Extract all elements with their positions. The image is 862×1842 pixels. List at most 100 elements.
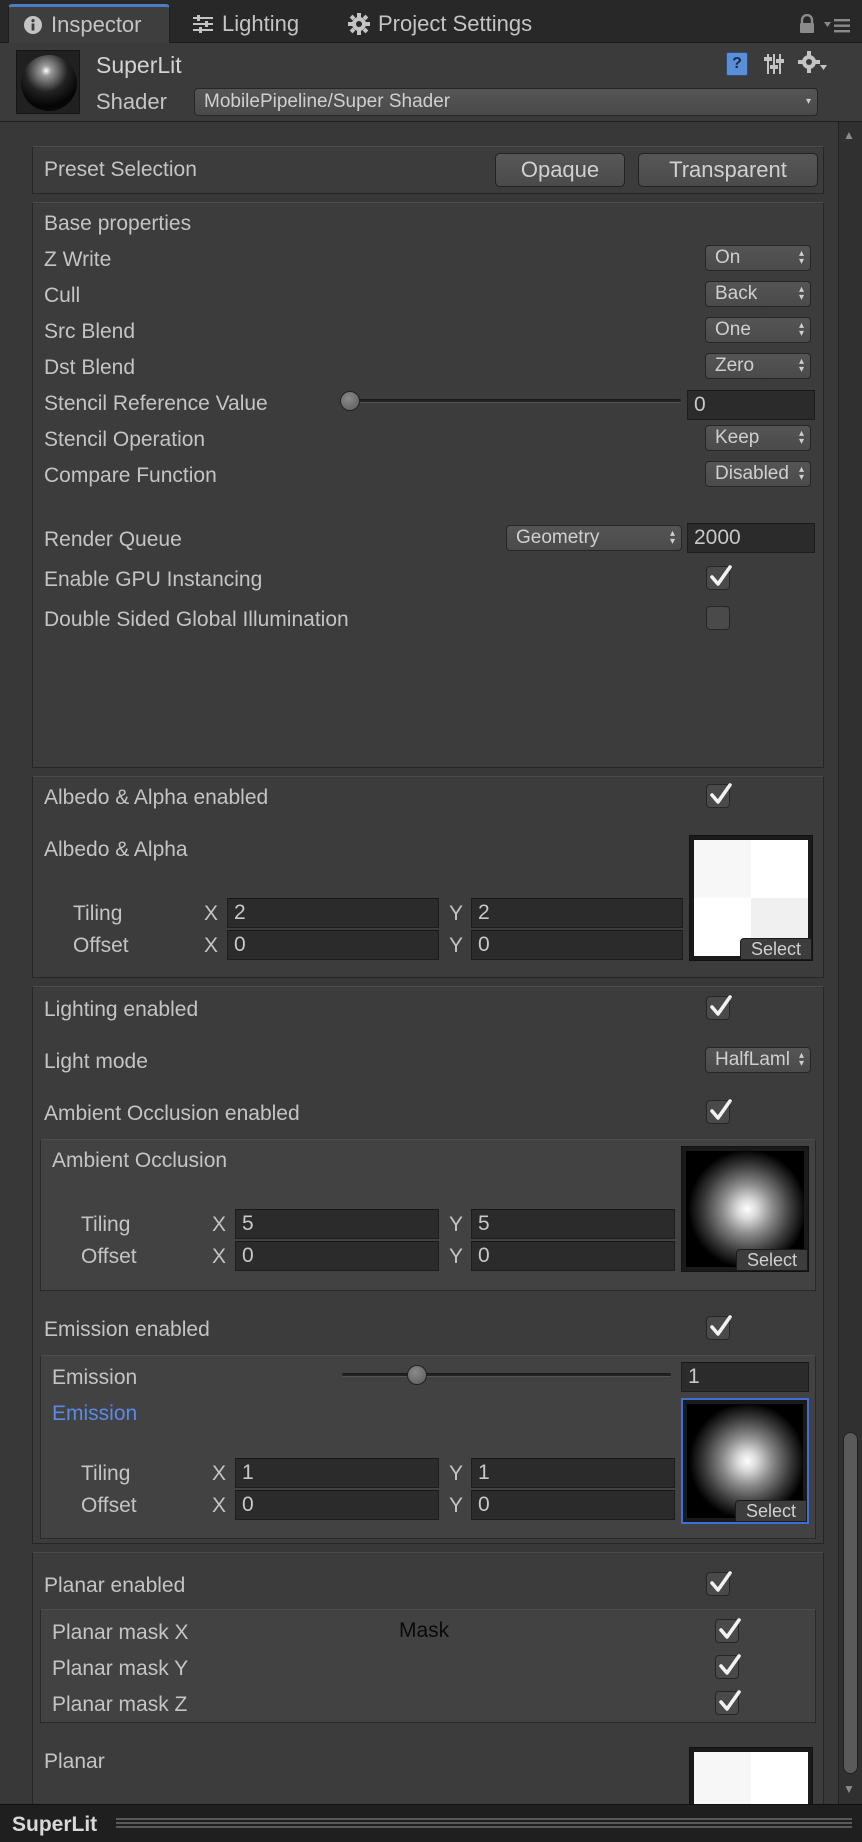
preset-icon[interactable]: [762, 52, 786, 82]
info-icon: [23, 15, 43, 35]
checkmark-icon: [719, 1690, 741, 1711]
help-icon[interactable]: ?: [726, 52, 748, 76]
opaque-button[interactable]: Opaque: [495, 153, 625, 187]
stencil-ref-slider-track[interactable]: [340, 399, 681, 403]
stencil-op-label: Stencil Operation: [44, 428, 206, 451]
planar-mask-x-checkbox[interactable]: [715, 1618, 741, 1643]
checkmark-icon: [710, 565, 732, 586]
shader-dropdown[interactable]: MobilePipeline/Super Shader ▾: [194, 88, 818, 116]
scrollbar-thumb[interactable]: [843, 1432, 858, 1774]
render-queue-dropdown[interactable]: Geometry ▴ ▾: [506, 525, 682, 551]
lock-icon[interactable]: [798, 13, 816, 40]
albedo-offset-y[interactable]: 0: [471, 930, 683, 960]
render-queue-mode: Geometry: [516, 527, 600, 548]
tab-project-settings[interactable]: Project Settings: [334, 4, 546, 43]
emission-value-field[interactable]: 1: [681, 1362, 809, 1392]
dst-blend-dropdown[interactable]: Zero ▴ ▾: [705, 353, 811, 379]
light-mode-value: HalfLaml: [715, 1049, 790, 1070]
emission-slider-thumb[interactable]: [406, 1365, 427, 1385]
stencil-op-dropdown[interactable]: Keep ▴ ▾: [705, 425, 811, 451]
updown-arrow-icon: ▴ ▾: [798, 1050, 804, 1069]
albedo-enabled-label: Albedo & Alpha enabled: [44, 786, 269, 809]
tab-inspector[interactable]: Inspector: [8, 4, 170, 43]
emission-subpanel: Emission 1 Emission Tiling X 1 Y 1 Offse…: [40, 1355, 816, 1539]
inspector-body: Preset Selection Opaque Transparent Base…: [0, 122, 838, 1842]
albedo-tiling-x[interactable]: 2: [227, 898, 439, 928]
compare-value: Disabled: [715, 463, 789, 484]
scroll-up-icon[interactable]: ▲: [843, 128, 855, 142]
emission-tiling-y[interactable]: 1: [471, 1458, 675, 1488]
zwrite-dropdown[interactable]: On ▴ ▾: [705, 245, 811, 271]
ao-offset-x[interactable]: 0: [235, 1241, 439, 1271]
base-properties-panel: Base properties Z Write On ▴ ▾ Cull Back ▴ ▾…: [32, 202, 824, 768]
ao-tiling-y[interactable]: 5: [471, 1209, 675, 1239]
gpu-instancing-checkbox[interactable]: [706, 565, 732, 590]
ao-enabled-checkbox[interactable]: [706, 1099, 732, 1124]
gear-icon: [348, 12, 370, 35]
render-queue-field[interactable]: 2000: [687, 523, 815, 553]
planar-enabled-checkbox[interactable]: [706, 1571, 732, 1596]
drag-handle[interactable]: [116, 1818, 852, 1830]
cull-value: Back: [715, 283, 758, 304]
vertical-scrollbar[interactable]: ▲ ▼: [838, 122, 862, 1804]
emission-offset-x[interactable]: 0: [235, 1490, 439, 1520]
planar-mask-x-label: Planar mask X: [52, 1621, 189, 1644]
planar-mask-y-checkbox[interactable]: [715, 1654, 741, 1679]
ao-texture-slot[interactable]: Select: [681, 1146, 809, 1272]
checkmark-icon: [710, 995, 732, 1016]
stencil-ref-slider-thumb[interactable]: [340, 391, 360, 411]
ao-offset-y[interactable]: 0: [471, 1241, 675, 1271]
planar-enabled-label: Planar enabled: [44, 1574, 186, 1597]
emission-enabled-checkbox[interactable]: [706, 1315, 732, 1340]
settings-gear-icon[interactable]: [798, 51, 828, 83]
emission-enabled-label: Emission enabled: [44, 1318, 210, 1341]
albedo-enabled-checkbox[interactable]: [706, 783, 732, 808]
updown-arrow-icon: ▴ ▾: [669, 528, 675, 547]
emission-select-button[interactable]: Select: [735, 1500, 807, 1522]
light-mode-dropdown[interactable]: HalfLaml ▴ ▾: [705, 1047, 811, 1073]
stencil-ref-field[interactable]: 0: [687, 390, 815, 420]
gpu-instancing-label: Enable GPU Instancing: [44, 568, 263, 591]
preset-selection-label: Preset Selection: [44, 158, 197, 181]
axis-x-label: X: [212, 1494, 227, 1517]
transparent-button[interactable]: Transparent: [638, 153, 818, 187]
tab-lighting[interactable]: Lighting: [178, 4, 313, 43]
checkmark-icon: [710, 1099, 732, 1120]
emission-offset-y[interactable]: 0: [471, 1490, 675, 1520]
preview-footer[interactable]: SuperLit: [0, 1804, 862, 1842]
albedo-offset-x[interactable]: 0: [227, 930, 439, 960]
scroll-down-icon[interactable]: ▼: [843, 1782, 855, 1796]
ao-select-button[interactable]: Select: [736, 1249, 808, 1271]
checkmark-icon: [719, 1654, 741, 1675]
planar-mask-z-checkbox[interactable]: [715, 1690, 741, 1715]
tab-label: Project Settings: [378, 10, 533, 36]
emission-offset-label: Offset: [81, 1494, 137, 1517]
axis-x-label: X: [212, 1462, 227, 1485]
double-sided-gi-label: Double Sided Global Illumination: [44, 608, 349, 631]
planar-mask-heading: Mask: [399, 1619, 450, 1642]
emission-texture-label: Emission: [52, 1402, 138, 1425]
stencil-op-value: Keep: [715, 427, 760, 448]
ao-tiling-x[interactable]: 5: [235, 1209, 439, 1239]
tab-menu-icon[interactable]: [824, 16, 852, 40]
src-blend-label: Src Blend: [44, 320, 136, 343]
albedo-select-button[interactable]: Select: [740, 938, 812, 960]
ao-subpanel: Ambient Occlusion Tiling X 5 Y 5 Offset …: [40, 1139, 816, 1291]
preset-selection-panel: Preset Selection Opaque Transparent: [32, 146, 824, 194]
emission-slider-track[interactable]: [342, 1373, 671, 1377]
albedo-tiling-y[interactable]: 2: [471, 898, 683, 928]
src-blend-dropdown[interactable]: One ▴ ▾: [705, 317, 811, 343]
lighting-panel: Lighting enabled Light mode HalfLaml ▴ ▾ A…: [32, 986, 824, 1544]
emission-label: Emission: [52, 1366, 138, 1389]
cull-dropdown[interactable]: Back ▴ ▾: [705, 281, 811, 307]
render-queue-label: Render Queue: [44, 528, 182, 551]
emission-tiling-x[interactable]: 1: [235, 1458, 439, 1488]
emission-texture-slot[interactable]: Select: [681, 1398, 809, 1524]
lighting-enabled-checkbox[interactable]: [706, 995, 732, 1020]
compare-dropdown[interactable]: Disabled ▴ ▾: [705, 461, 811, 487]
double-sided-gi-checkbox[interactable]: [706, 606, 730, 630]
sliders-icon: [192, 14, 214, 34]
updown-arrow-icon: ▴ ▾: [798, 284, 804, 303]
sphere-preview: [21, 55, 77, 111]
albedo-texture-slot[interactable]: Select: [689, 835, 813, 961]
